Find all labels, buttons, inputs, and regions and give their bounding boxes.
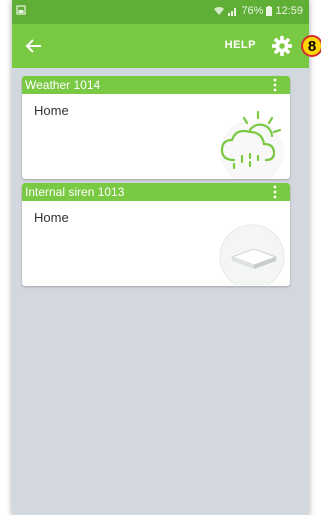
more-vertical-icon[interactable] bbox=[270, 185, 280, 199]
gear-icon[interactable] bbox=[271, 35, 293, 57]
weather-rain-sun-icon bbox=[220, 110, 284, 178]
help-button[interactable]: HELP bbox=[225, 39, 256, 51]
device-location: Home bbox=[34, 103, 69, 118]
more-vertical-icon[interactable] bbox=[270, 78, 280, 92]
wifi-icon bbox=[214, 7, 225, 15]
device-name: Internal siren 1013 bbox=[25, 185, 125, 199]
back-arrow-icon[interactable] bbox=[22, 34, 46, 58]
card-header: Internal siren 1013 bbox=[22, 183, 290, 201]
device-location: Home bbox=[34, 210, 69, 225]
phone-screen: 76% 12:59 HELP Weather 1014 Home Interna… bbox=[12, 0, 309, 515]
annotation-badge: 8 bbox=[301, 35, 321, 57]
siren-device-icon bbox=[219, 224, 285, 285]
cell-signal-icon bbox=[228, 8, 237, 16]
card-header: Weather 1014 bbox=[22, 76, 290, 94]
clock-time: 12:59 bbox=[275, 5, 303, 17]
status-bar: 76% 12:59 bbox=[12, 0, 309, 24]
device-card-siren[interactable]: Internal siren 1013 Home bbox=[22, 183, 290, 286]
battery-icon bbox=[266, 6, 273, 16]
app-bar: HELP bbox=[12, 24, 309, 68]
device-name: Weather 1014 bbox=[25, 78, 101, 92]
screenshot-icon bbox=[16, 5, 26, 15]
device-card-weather[interactable]: Weather 1014 Home bbox=[22, 76, 290, 179]
battery-percent: 76% bbox=[241, 5, 264, 17]
